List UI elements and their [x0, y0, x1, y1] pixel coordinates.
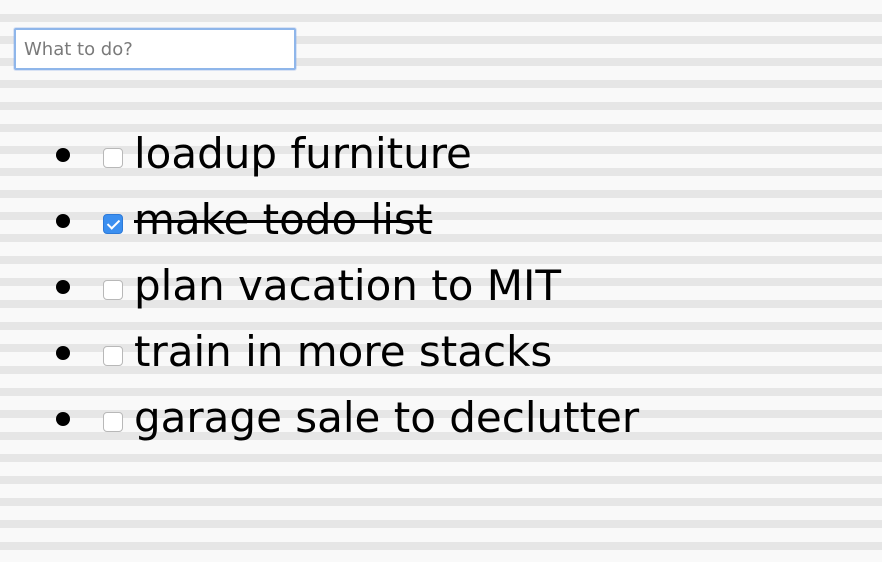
- todo-checkbox[interactable]: [103, 346, 123, 366]
- todo-text: plan vacation to MIT: [134, 261, 562, 310]
- bullet-icon: [56, 214, 70, 228]
- todo-checkbox[interactable]: [103, 280, 123, 300]
- todo-text: loadup furniture: [134, 129, 472, 178]
- bullet-icon: [56, 148, 70, 162]
- todo-checkbox[interactable]: [103, 412, 123, 432]
- todo-text: make todo list: [134, 195, 433, 244]
- todo-text: garage sale to declutter: [134, 393, 640, 442]
- todo-input[interactable]: [14, 28, 296, 70]
- bullet-icon: [56, 412, 70, 426]
- todo-text: train in more stacks: [134, 327, 553, 376]
- todo-checkbox[interactable]: [103, 148, 123, 168]
- bullet-icon: [56, 346, 70, 360]
- bullet-icon: [56, 280, 70, 294]
- todo-checkbox[interactable]: [103, 214, 123, 234]
